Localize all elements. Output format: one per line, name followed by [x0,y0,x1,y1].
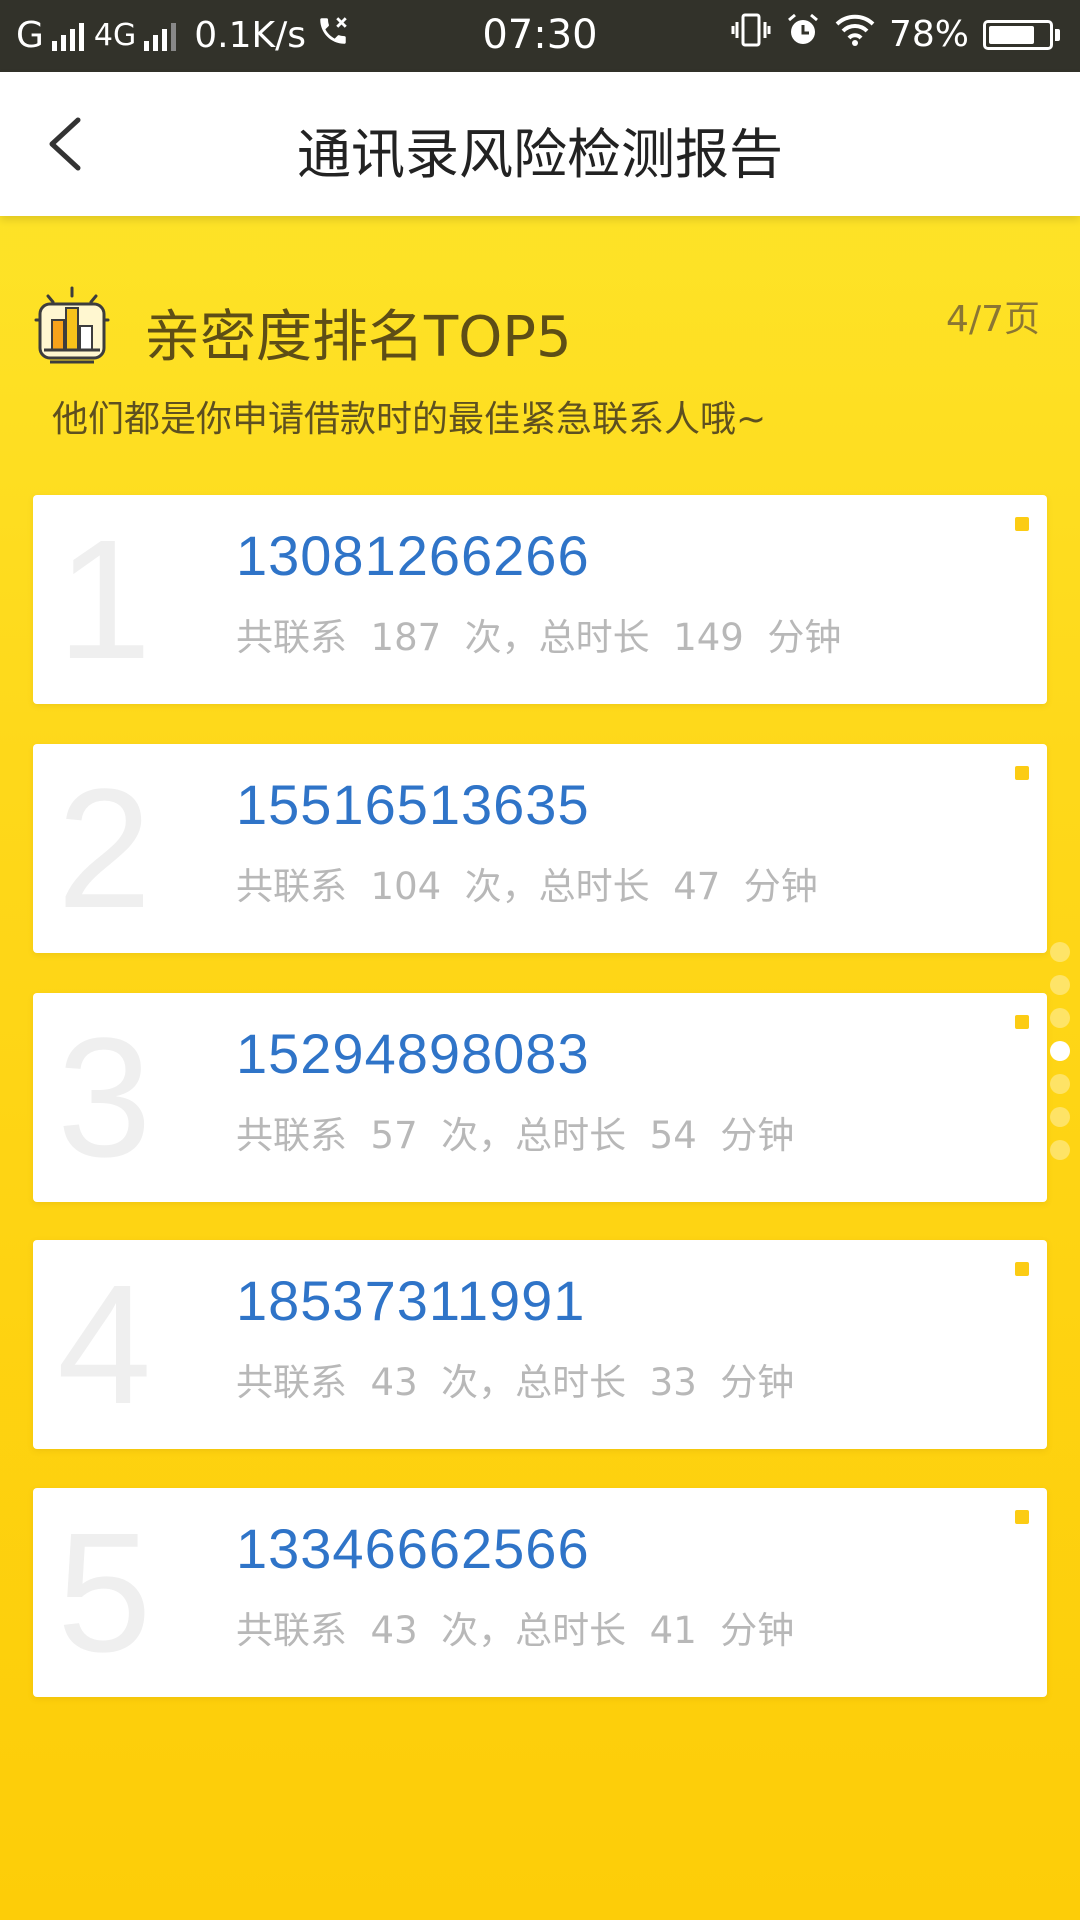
page-indicator: 4/7页 [946,299,1040,340]
contact-card-3[interactable]: 3 15294898083 共联系 57 次，总时长 54 分钟 [33,993,1047,1202]
page-dot-3[interactable] [1050,1008,1070,1028]
rank-number: 4 [57,1250,152,1440]
contact-stats: 共联系 43 次，总时长 33 分钟 [236,1361,795,1404]
contact-card-2[interactable]: 2 15516513635 共联系 104 次，总时长 47 分钟 [33,744,1047,953]
page-dot-1[interactable] [1050,942,1070,962]
rank-number: 3 [57,1003,152,1193]
card-marker [1015,517,1029,531]
status-right: 78% [731,12,1060,57]
rank-number: 1 [57,505,152,695]
alarm-icon [785,12,821,57]
battery-percent: 78% [888,14,969,55]
contact-card-5[interactable]: 5 13346662566 共联系 43 次，总时长 41 分钟 [33,1488,1047,1697]
card-marker [1015,1262,1029,1276]
contact-card-1[interactable]: 1 13081266266 共联系 187 次，总时长 149 分钟 [33,495,1047,704]
contact-phone: 18537311991 [236,1269,586,1332]
section-subtitle: 他们都是你申请借款时的最佳紧急联系人哦~ [52,399,767,440]
contact-card-4[interactable]: 4 18537311991 共联系 43 次，总时长 33 分钟 [33,1240,1047,1449]
page-title: 通讯录风险检测报告 [297,123,783,186]
contact-stats: 共联系 57 次，总时长 54 分钟 [236,1114,795,1157]
ranking-bar-icon [32,286,112,366]
vibrate-icon [731,12,771,57]
contact-stats: 共联系 43 次，总时长 41 分钟 [236,1609,795,1652]
page-dot-7[interactable] [1050,1140,1070,1160]
battery-icon [983,19,1060,50]
contact-phone: 13081266266 [236,524,590,587]
page-dot-6[interactable] [1050,1107,1070,1127]
card-marker [1015,766,1029,780]
page-dots [1050,942,1074,1173]
contact-stats: 共联系 104 次，总时长 47 分钟 [236,865,818,908]
section-header: 亲密度排名TOP5 4/7页 [32,286,1048,370]
contact-phone: 15294898083 [236,1022,590,1085]
rank-number: 2 [57,754,152,944]
contact-phone: 15516513635 [236,773,590,836]
page-dot-4[interactable] [1050,1041,1070,1061]
page-dot-5[interactable] [1050,1074,1070,1094]
status-bar: G 4G 0.1K/s 07:30 78% [0,0,1080,72]
rank-number: 5 [57,1498,152,1688]
nav-bar: 通讯录风险检测报告 [0,72,1080,216]
wifi-icon [835,13,875,56]
section-title: 亲密度排名TOP5 [144,305,572,370]
contact-stats: 共联系 187 次，总时长 149 分钟 [236,616,842,659]
card-marker [1015,1015,1029,1029]
card-marker [1015,1510,1029,1524]
contact-phone: 13346662566 [236,1517,590,1580]
page-dot-2[interactable] [1050,975,1070,995]
